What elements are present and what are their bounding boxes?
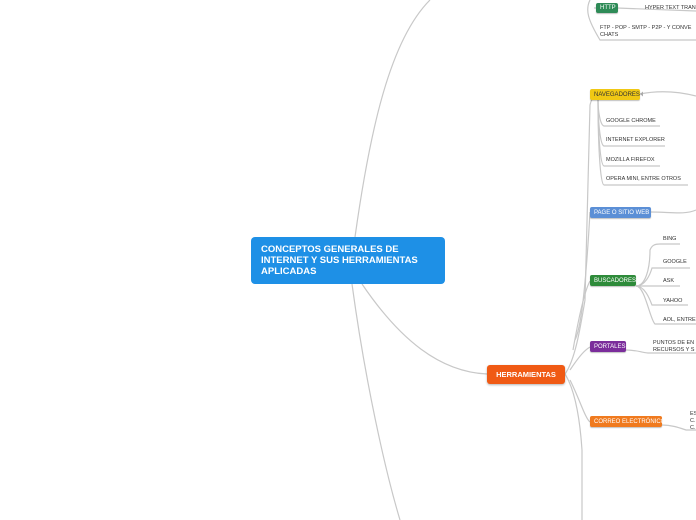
http-node[interactable]: HTTP: [596, 3, 618, 13]
correo-node[interactable]: CORREO ELECTRÓNICO: [590, 416, 666, 427]
correo-leaf-line1: ES: [690, 411, 696, 417]
busc-item-ask: ASK: [663, 278, 675, 284]
navegadores-label: NAVEGADORES: [594, 91, 640, 98]
correo-leaf-line3: C.: [690, 425, 696, 431]
http-leaf: HYPER TEXT TRAN: [645, 5, 696, 11]
portales-node[interactable]: PORTALES: [590, 341, 626, 352]
portales-leaf: PUNTOS DE EN RECURSOS Y S: [653, 340, 694, 354]
portales-leaf-line2: RECURSOS Y S: [653, 347, 695, 353]
central-topic-label: CONCEPTOS GENERALES DE INTERNET Y SUS HE…: [261, 244, 418, 277]
ftp-leaf-line1: FTP - POP - SMTP - P2P - Y CONVE: [600, 25, 692, 31]
buscadores-label: BUSCADORES: [594, 277, 637, 284]
http-label: HTTP: [600, 5, 616, 11]
correo-label: CORREO ELECTRÓNICO: [594, 418, 666, 425]
herramientas-node[interactable]: HERRAMIENTAS: [487, 365, 565, 384]
correo-leaf: ES C. C.: [690, 411, 696, 432]
page-label: PAGE O SITIO WEB: [594, 209, 650, 216]
nav-item-firefox: MOZILLA FIREFOX: [606, 157, 655, 163]
busc-item-yahoo: YAHOO: [663, 298, 683, 304]
busc-item-google: GOOGLE: [663, 259, 687, 265]
busc-item-bing: BING: [663, 236, 677, 242]
central-topic[interactable]: CONCEPTOS GENERALES DE INTERNET Y SUS HE…: [251, 237, 445, 284]
busc-item-aol: AOL, ENTRE: [663, 317, 696, 323]
ftp-leaf-line2: CHATS: [600, 32, 619, 38]
nav-item-explorer: INTERNET EXPLORER: [606, 137, 665, 143]
correo-leaf-line2: C.: [690, 418, 696, 424]
buscadores-node[interactable]: BUSCADORES: [590, 275, 636, 286]
nav-item-opera: OPERA MINI, ENTRE OTROS: [606, 176, 681, 182]
nav-item-chrome: GOOGLE CHROME: [606, 118, 656, 124]
navegadores-node[interactable]: NAVEGADORES: [590, 89, 640, 100]
portales-leaf-line1: PUNTOS DE EN: [653, 340, 695, 346]
page-node[interactable]: PAGE O SITIO WEB: [590, 207, 651, 218]
ftp-leaf: FTP - POP - SMTP - P2P - Y CONVE CHATS: [600, 25, 691, 39]
portales-label: PORTALES: [594, 343, 626, 350]
herramientas-label: HERRAMIENTAS: [496, 370, 556, 379]
